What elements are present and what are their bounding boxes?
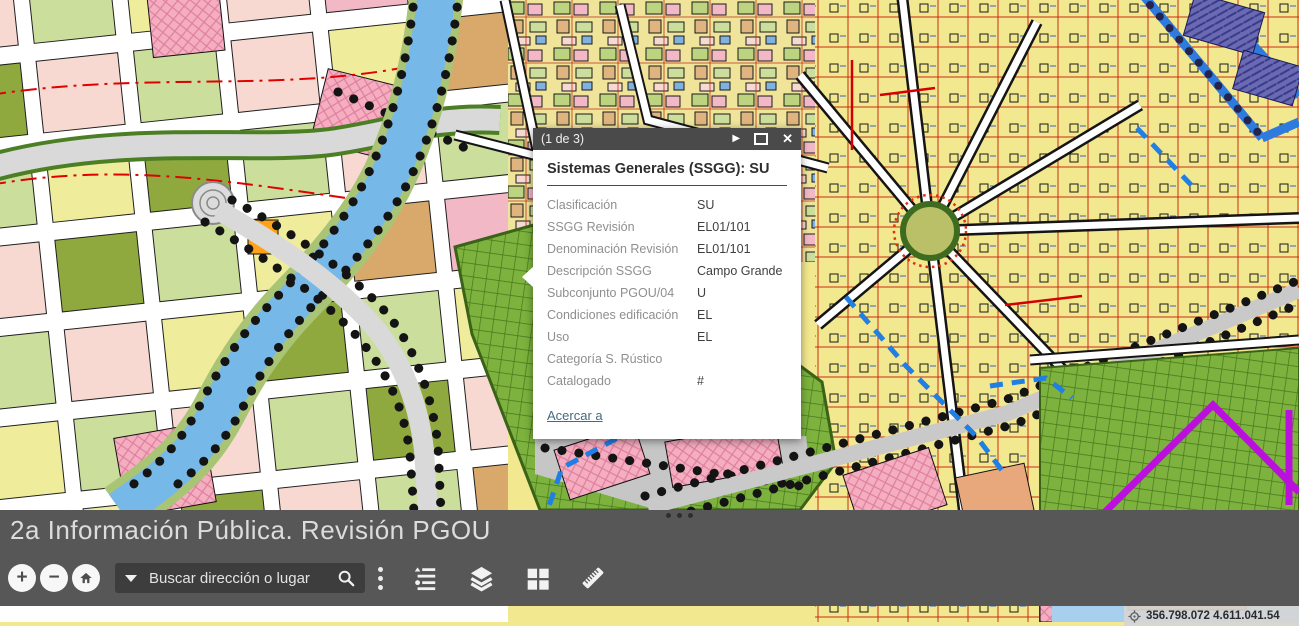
field-value: EL bbox=[697, 308, 712, 322]
field-label: Subconjunto PGOU/04 bbox=[547, 286, 697, 300]
zoom-out-button[interactable]: − bbox=[40, 564, 68, 592]
field-value: EL bbox=[697, 330, 712, 344]
next-feature-icon[interactable]: ▶ bbox=[732, 128, 740, 150]
feature-popup: (1 de 3) ▶ ✕ Sistemas Generales (SSGG): … bbox=[533, 128, 801, 439]
field-row: Catalogado# bbox=[547, 370, 787, 392]
field-value: EL01/101 bbox=[697, 242, 751, 256]
field-label: Descripción SSGG bbox=[547, 264, 697, 278]
field-value: EL01/101 bbox=[697, 220, 751, 234]
field-row: UsoEL bbox=[547, 326, 787, 348]
search-input[interactable] bbox=[147, 569, 337, 588]
basemap-gallery-icon bbox=[525, 566, 550, 591]
field-value: SU bbox=[697, 198, 714, 212]
attribute-table-handle[interactable] bbox=[666, 513, 693, 518]
field-row: SSGG RevisiónEL01/101 bbox=[547, 216, 787, 238]
legend-button[interactable] bbox=[411, 564, 439, 592]
field-value: # bbox=[697, 374, 704, 388]
popup-pager: (1 de 3) bbox=[541, 132, 584, 146]
measure-button[interactable] bbox=[579, 564, 607, 592]
field-row: Descripción SSGGCampo Grande bbox=[547, 260, 787, 282]
locate-crosshair-icon[interactable] bbox=[1128, 610, 1141, 623]
legend-icon bbox=[412, 565, 438, 591]
toolbar: + − bbox=[8, 563, 607, 593]
maximize-icon[interactable] bbox=[754, 133, 768, 145]
bottom-panel: 2a Información Pública. Revisión PGOU + … bbox=[0, 510, 1299, 606]
field-value: Campo Grande bbox=[697, 264, 782, 278]
field-value: U bbox=[697, 286, 706, 300]
search-dropdown-caret-icon[interactable] bbox=[125, 575, 137, 582]
basemap-gallery-button[interactable] bbox=[523, 564, 551, 592]
field-label: SSGG Revisión bbox=[547, 220, 697, 234]
field-row: Condiciones edificaciónEL bbox=[547, 304, 787, 326]
popup-title: Sistemas Generales (SSGG): SU bbox=[547, 152, 787, 186]
field-label: Denominación Revisión bbox=[547, 242, 697, 256]
field-label: Clasificación bbox=[547, 198, 697, 212]
field-label: Uso bbox=[547, 330, 697, 344]
popup-header: (1 de 3) ▶ ✕ bbox=[533, 128, 801, 150]
search-box bbox=[115, 563, 365, 593]
coordinates-readout: 356.798.072 4.611.041.54 bbox=[1146, 610, 1280, 622]
field-row: ClasificaciónSU bbox=[547, 194, 787, 216]
measure-icon bbox=[579, 564, 607, 592]
field-row: Denominación RevisiónEL01/101 bbox=[547, 238, 787, 260]
field-row: Subconjunto PGOU/04U bbox=[547, 282, 787, 304]
field-row: Categoría S. Rústico bbox=[547, 348, 787, 370]
field-label: Catalogado bbox=[547, 374, 697, 388]
layers-icon bbox=[468, 565, 495, 592]
home-button[interactable] bbox=[72, 564, 100, 592]
field-label: Categoría S. Rústico bbox=[547, 352, 697, 366]
home-icon bbox=[78, 570, 94, 586]
coordinates-widget: 356.798.072 4.611.041.54 bbox=[1124, 606, 1299, 626]
popup-body: Sistemas Generales (SSGG): SU Clasificac… bbox=[533, 150, 801, 439]
field-label: Condiciones edificación bbox=[547, 308, 697, 322]
zoom-in-button[interactable]: + bbox=[8, 564, 36, 592]
close-icon[interactable]: ✕ bbox=[782, 128, 793, 150]
zoom-to-link[interactable]: Acercar a bbox=[547, 408, 603, 423]
app-title: 2a Información Pública. Revisión PGOU bbox=[10, 515, 491, 546]
layers-button[interactable] bbox=[467, 564, 495, 592]
search-icon[interactable] bbox=[337, 569, 355, 587]
overflow-menu-icon[interactable] bbox=[378, 567, 383, 590]
